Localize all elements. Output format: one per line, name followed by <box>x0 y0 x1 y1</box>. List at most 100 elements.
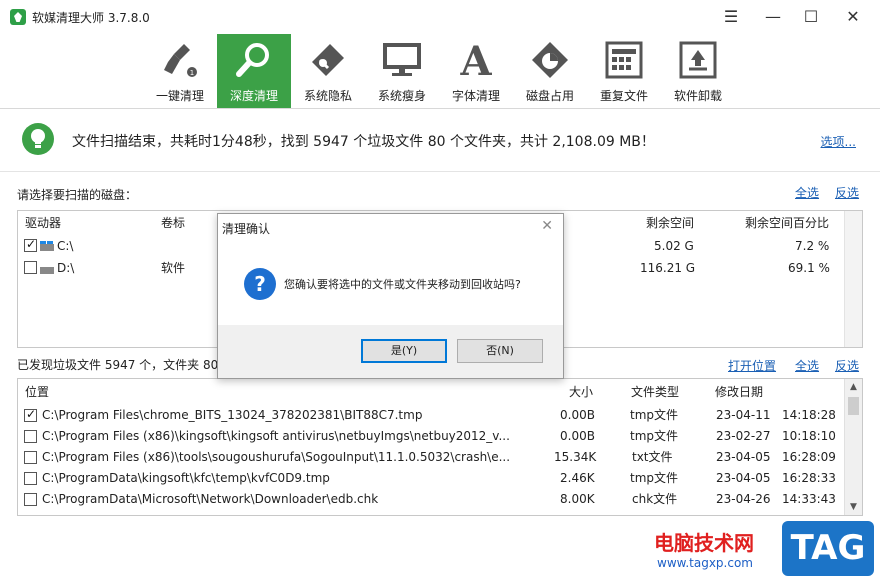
file-time: 16:28:09 <box>782 450 836 464</box>
file-path: C:\ProgramData\Microsoft\Network\Downloa… <box>42 492 379 506</box>
file-checkbox[interactable] <box>24 407 37 422</box>
drive-checkbox[interactable] <box>24 261 37 274</box>
clean-confirm-dialog: 清理确认 ✕ ? 您确认要将选中的文件或文件夹移动到回收站吗? 是(Y) 否(N… <box>217 213 564 379</box>
tool-font-clean[interactable]: A 字体清理 <box>439 34 513 108</box>
options-link[interactable]: 选项... <box>821 133 856 150</box>
file-checkbox[interactable] <box>24 451 37 464</box>
file-date: 23-04-26 <box>716 492 771 506</box>
file-date: 23-04-05 <box>716 450 771 464</box>
monitor-icon <box>383 43 421 76</box>
drive-free-space: 116.21 G <box>640 261 696 275</box>
dialog-close-icon[interactable]: ✕ <box>541 218 553 234</box>
lightbulb-icon <box>22 123 54 155</box>
files-found-summary: 已发现垃圾文件 5947 个，文件夹 80 <box>17 358 219 372</box>
close-button[interactable]: ✕ <box>832 0 874 34</box>
maximize-button[interactable]: ☐ <box>790 0 832 34</box>
drive-free-percent: 69.1 % <box>788 261 830 275</box>
drive-checkbox[interactable] <box>24 237 37 252</box>
tool-uninstall[interactable]: 软件卸载 <box>661 34 735 108</box>
drives-select-all-link[interactable]: 全选 <box>795 184 819 201</box>
file-checkbox[interactable] <box>24 472 37 485</box>
tool-label: 软件卸载 <box>673 89 722 103</box>
status-divider <box>0 171 880 172</box>
column-header-size[interactable]: 大小 <box>569 380 593 404</box>
no-button[interactable]: 否(N) <box>457 339 543 363</box>
column-header-volume[interactable]: 卷标 <box>161 211 185 235</box>
duplicate-grid-icon <box>605 41 643 79</box>
drive-list-scroll-column <box>844 211 862 347</box>
magnifier-icon <box>236 43 269 77</box>
question-icon: ? <box>244 268 276 300</box>
scroll-thumb[interactable] <box>848 397 859 415</box>
tool-privacy[interactable]: 系统隐私 <box>291 34 365 108</box>
system-drive-icon <box>40 241 54 251</box>
file-path: C:\Program Files\chrome_BITS_13024_37820… <box>42 408 423 422</box>
menu-button[interactable]: ☰ <box>710 0 752 34</box>
file-size: 15.34K <box>554 450 597 464</box>
window-title: 软媒清理大师 3.7.8.0 <box>32 11 150 25</box>
file-time: 14:18:28 <box>782 408 836 422</box>
column-header-location[interactable]: 位置 <box>25 380 49 404</box>
open-location-link[interactable]: 打开位置 <box>728 357 776 374</box>
file-type: tmp文件 <box>630 471 679 485</box>
watermark-tag-logo: TAG <box>782 521 874 576</box>
title-bar: 软媒清理大师 3.7.8.0 ☰ — ☐ ✕ <box>0 0 880 34</box>
file-checkbox[interactable] <box>24 430 37 443</box>
minimize-button[interactable]: — <box>752 0 794 34</box>
drive-volume: 软件 <box>161 261 186 275</box>
file-path: C:\ProgramData\kingsoft\kfc\temp\kvfC0D9… <box>42 471 330 485</box>
column-header-free-space[interactable]: 剩余空间 <box>646 211 694 235</box>
eraser-icon <box>312 44 344 76</box>
file-size: 2.46K <box>560 471 595 485</box>
junk-file-list: 位置 大小 文件类型 修改日期 C:\Program Files\chrome_… <box>17 378 863 516</box>
tool-label: 系统隐私 <box>303 89 352 103</box>
drive-free-percent: 7.2 % <box>795 239 830 253</box>
dialog-title: 清理确认 <box>222 222 271 236</box>
file-list-scrollbar[interactable]: ▲ ▼ <box>844 379 862 515</box>
drive-free-space: 5.02 G <box>654 239 694 253</box>
scroll-up-arrow-icon[interactable]: ▲ <box>845 379 862 395</box>
tool-label: 磁盘占用 <box>525 89 574 103</box>
yes-button[interactable]: 是(Y) <box>361 339 447 363</box>
main-toolbar: 1 一键清理 深度清理 系统隐私 系统瘦身 A 字体清理 磁盘占用 重复文件 软… <box>0 34 880 108</box>
file-type: txt文件 <box>632 450 673 464</box>
drives-invert-link[interactable]: 反选 <box>835 184 859 201</box>
tool-slim[interactable]: 系统瘦身 <box>365 34 439 108</box>
tool-duplicate-files[interactable]: 重复文件 <box>587 34 661 108</box>
drive-select-prompt: 请选择要扫描的磁盘： <box>17 188 138 202</box>
tool-label: 系统瘦身 <box>377 89 426 103</box>
tool-label: 重复文件 <box>599 89 648 103</box>
file-date: 23-04-11 <box>716 408 771 422</box>
file-date: 23-04-05 <box>716 471 771 485</box>
tool-label: 字体清理 <box>451 89 500 103</box>
svg-text:A: A <box>459 40 492 80</box>
column-header-drive[interactable]: 驱动器 <box>25 211 61 235</box>
disk-pie-icon <box>532 42 568 78</box>
tool-label: 深度清理 <box>229 89 278 103</box>
file-checkbox[interactable] <box>24 493 37 506</box>
column-header-modified-date[interactable]: 修改日期 <box>715 380 763 404</box>
file-type: tmp文件 <box>630 429 679 443</box>
app-logo-icon <box>10 9 26 25</box>
file-date: 23-02-27 <box>716 429 771 443</box>
file-time: 14:33:43 <box>782 492 836 506</box>
file-path: C:\Program Files (x86)\tools\sougoushuru… <box>42 450 511 464</box>
files-invert-link[interactable]: 反选 <box>835 357 859 374</box>
tool-label: 一键清理 <box>155 89 204 103</box>
column-header-free-percent[interactable]: 剩余空间百分比 <box>745 211 829 235</box>
column-header-file-type[interactable]: 文件类型 <box>631 380 679 404</box>
broom-icon: 1 <box>164 44 197 77</box>
file-size: 0.00B <box>560 429 595 443</box>
file-size: 8.00K <box>560 492 595 506</box>
svg-text:1: 1 <box>190 69 194 77</box>
scan-result-message: 文件扫描结束，共耗时1分48秒，找到 5947 个垃圾文件 80 个文件夹，共计… <box>72 134 655 150</box>
drive-letter: D:\ <box>57 261 75 275</box>
files-select-all-link[interactable]: 全选 <box>795 357 819 374</box>
file-size: 0.00B <box>560 408 595 422</box>
tool-disk-usage[interactable]: 磁盘占用 <box>513 34 587 108</box>
tool-deep-clean[interactable]: 深度清理 <box>217 34 291 108</box>
scroll-down-arrow-icon[interactable]: ▼ <box>845 499 862 515</box>
file-time: 10:18:10 <box>782 429 836 443</box>
font-a-icon: A <box>459 40 492 80</box>
tool-one-click-clean[interactable]: 1 一键清理 <box>143 34 217 108</box>
